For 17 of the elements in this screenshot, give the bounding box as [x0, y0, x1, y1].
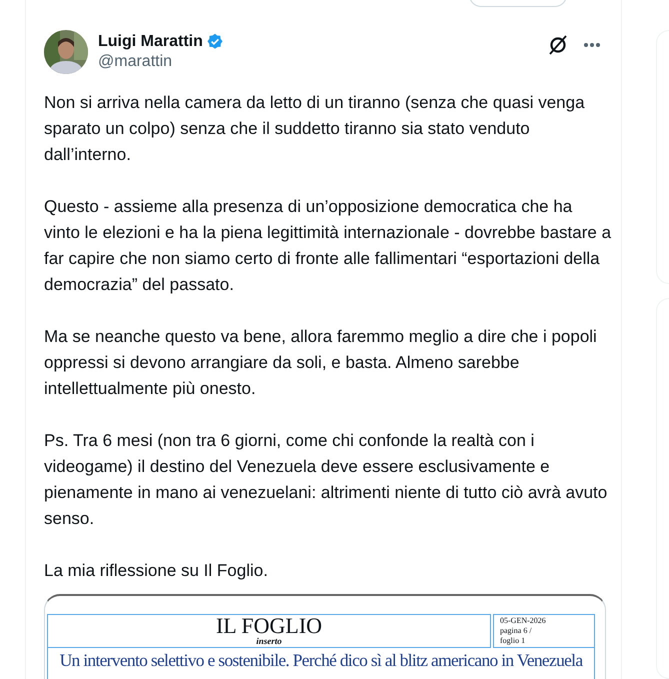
article-image-card[interactable]: IL FOGLIO inserto 05-GEN-2026 pagina 6 / foglio 1 Un intervento selettivo e sostenibile. Perché dico sì al blitz americano in Venezuela: [44, 594, 606, 679]
tweet-paragraph: Ma se neanche questo va bene, allora faremmo meglio a dire che i popoli oppressi si devono arrangiare da soli, e basta. Almeno sarebbe intellettualmente più onesto.: [44, 326, 598, 400]
tweet-paragraph: Non si arriva nella camera da letto di un tiranno (senza che quasi venga sparato un colpo) senza che il suddetto tiranno sia stato venduto dall’interno.: [44, 92, 586, 166]
article-headline: Un intervento selettivo e sostenibile. Perché dico sì al blitz americano in Venezuela: [47, 648, 595, 679]
more-icon[interactable]: [583, 42, 601, 48]
avatar[interactable]: [44, 30, 88, 74]
tweet-paragraph: La mia riflessione su Il Foglio.: [44, 560, 269, 582]
section-label: inserto: [256, 637, 282, 646]
tweet-paragraph: Questo - assieme alla presenza di un’opposizione democratica che ha vinto le elezioni e ha la piena legittimità internazionale - dovrebbe bastare a far capire che non siamo certo di fronte alle fallimentari “esportazioni della democrazia” del passato.: [44, 196, 612, 296]
tweet-paragraph: Ps. Tra 6 mesi (non tra 6 giorni, come chi confonde la realtà con i videogame) il destino del Venezuela deve essere esclusivamente e pienamente in mano ai venezuelani: altrimenti niente di tutto ciò avrà avuto senso.: [44, 430, 608, 530]
author-name[interactable]: Luigi Marattin: [98, 33, 203, 51]
grok-icon[interactable]: [547, 34, 569, 56]
issue-date: 05-GEN-2026: [500, 616, 547, 626]
author-handle[interactable]: @marattin: [98, 53, 537, 71]
newspaper-masthead: IL FOGLIO: [216, 615, 322, 637]
sheet-number: foglio 1: [500, 636, 526, 646]
page-number: pagina 6 /: [500, 626, 533, 636]
